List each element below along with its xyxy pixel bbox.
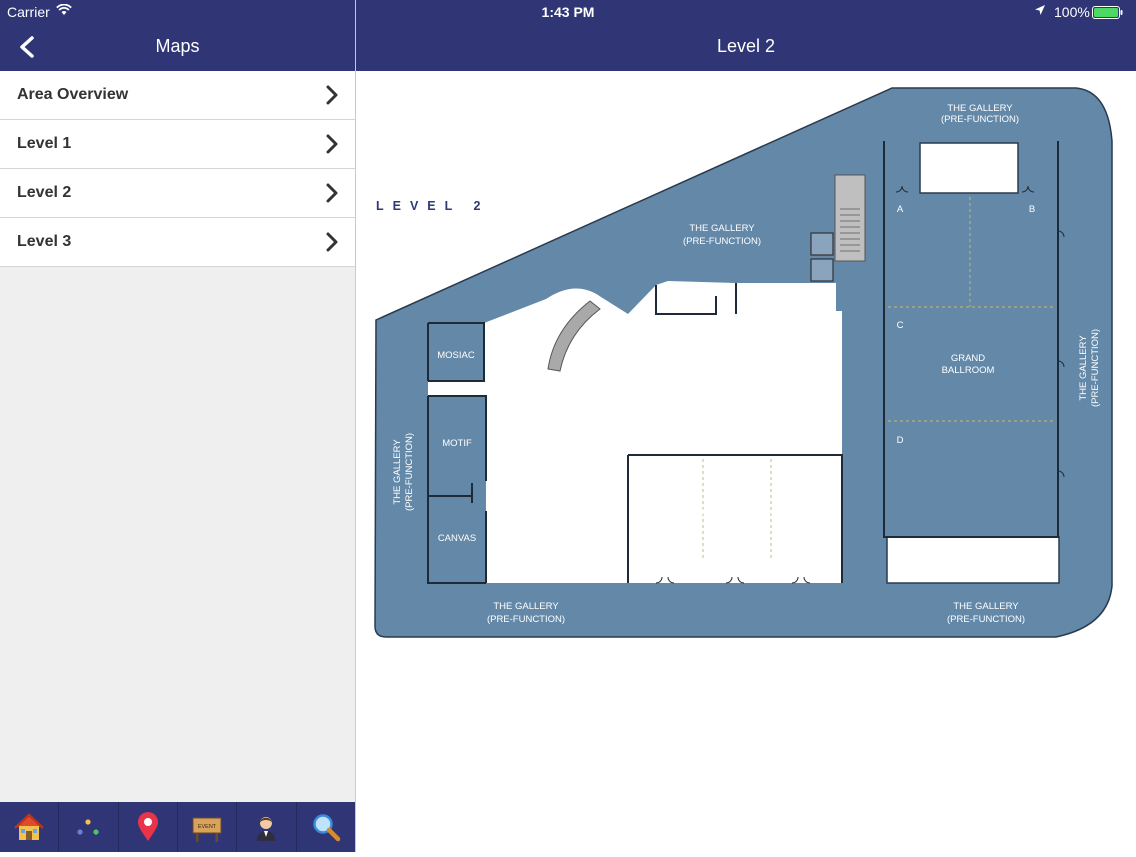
upper-service-room	[919, 142, 1019, 194]
right-nav-title: Level 2	[716, 36, 776, 56]
detail-panel: Level 2 LEVEL 2 THE GALLERY (PRE-FUNCTIO…	[356, 0, 1136, 852]
tab-events[interactable]: EVENT	[178, 802, 238, 852]
list-item-label: Area Overview	[17, 86, 129, 103]
event-sign-text: EVENT	[198, 824, 217, 830]
room-label: THE GALLERY	[392, 439, 403, 505]
void-mosiac-separator	[428, 381, 486, 396]
room-label: THE GALLERY	[689, 223, 755, 234]
room-label: BALLROOM	[710, 518, 763, 529]
room-label: THE GALLERY	[947, 103, 1013, 114]
chevron-right-icon	[326, 134, 338, 154]
room-label: (PRE-FUNCTION)	[683, 236, 761, 247]
event-sign-icon: EVENT	[192, 817, 222, 842]
map-pin-icon	[137, 812, 158, 841]
room-label: (PRE-FUNCTION)	[1090, 329, 1101, 407]
room-label: GRAND	[951, 353, 985, 364]
clock: 1:43 PM	[541, 4, 595, 20]
list-item-label: Level 1	[17, 135, 72, 152]
dots-icon	[77, 819, 100, 835]
tab-dots[interactable]	[59, 802, 119, 852]
master-panel: Maps Area Overview Level 1 Level 2 Level…	[0, 0, 355, 852]
list-item-label: Level 2	[17, 184, 72, 201]
section-label: B	[731, 463, 737, 474]
person-icon	[257, 817, 276, 841]
tab-search[interactable]	[297, 802, 355, 852]
list-item-area-overview[interactable]: Area Overview	[0, 71, 355, 120]
room-label: THE GALLERY	[493, 601, 559, 612]
chevron-right-icon	[326, 85, 338, 105]
service-corridor	[886, 536, 1060, 584]
room-label: THE GALLERY	[953, 601, 1019, 612]
elevator-1	[810, 232, 834, 256]
tab-profile[interactable]	[237, 802, 297, 852]
battery-icon	[1092, 6, 1123, 19]
list-item-level-1[interactable]: Level 1	[0, 120, 355, 169]
atrium-void	[484, 281, 842, 583]
room-label: MOSIAC	[437, 350, 475, 361]
room-label: (PRE-FUNCTION)	[947, 614, 1025, 625]
room-label: (PRE-FUNCTION)	[404, 433, 415, 511]
room-label: (PRE-FUNCTION)	[487, 614, 565, 625]
list-item-label: Level 3	[17, 233, 72, 250]
room-label: BALLROOM	[942, 365, 995, 376]
section-label: A	[663, 463, 670, 474]
section-label: D	[897, 435, 904, 446]
section-label: C	[802, 463, 809, 474]
floor-map[interactable]: LEVEL 2 THE GALLERY (PRE-FUNCTION) THE G…	[356, 71, 1136, 852]
status-bar: Carrier 1:43 PM 100%	[0, 0, 1136, 24]
floor-plan-svg: LEVEL 2 THE GALLERY (PRE-FUNCTION) THE G…	[374, 87, 1113, 638]
search-icon	[313, 814, 341, 842]
tab-map[interactable]	[119, 802, 178, 852]
list-item-level-3[interactable]: Level 3	[0, 218, 355, 267]
room-label: THE GALLERY	[1078, 335, 1089, 401]
list-item-level-2[interactable]: Level 2	[0, 169, 355, 218]
section-label: C	[897, 320, 904, 331]
section-label: A	[897, 204, 904, 215]
room-label: (PRE-FUNCTION)	[941, 114, 1019, 125]
battery-percent: 100%	[1054, 4, 1090, 20]
room-label: CONSERVATORY	[697, 507, 775, 518]
room-label: MOTIF	[442, 438, 472, 449]
room-label: CANVAS	[438, 533, 476, 544]
maps-list: Area Overview Level 1 Level 2 Level 3	[0, 71, 355, 267]
level-heading: LEVEL 2	[376, 199, 489, 213]
tab-home[interactable]	[0, 802, 60, 852]
stair-block	[834, 174, 866, 262]
left-nav-title: Maps	[155, 36, 200, 56]
section-label: B	[1029, 204, 1035, 215]
elevator-2	[810, 258, 834, 282]
tab-bar: EVENT	[0, 802, 355, 852]
location-arrow-icon	[1035, 5, 1045, 15]
chevron-right-icon	[326, 183, 338, 203]
chevron-right-icon	[326, 232, 338, 252]
home-icon	[14, 813, 45, 840]
